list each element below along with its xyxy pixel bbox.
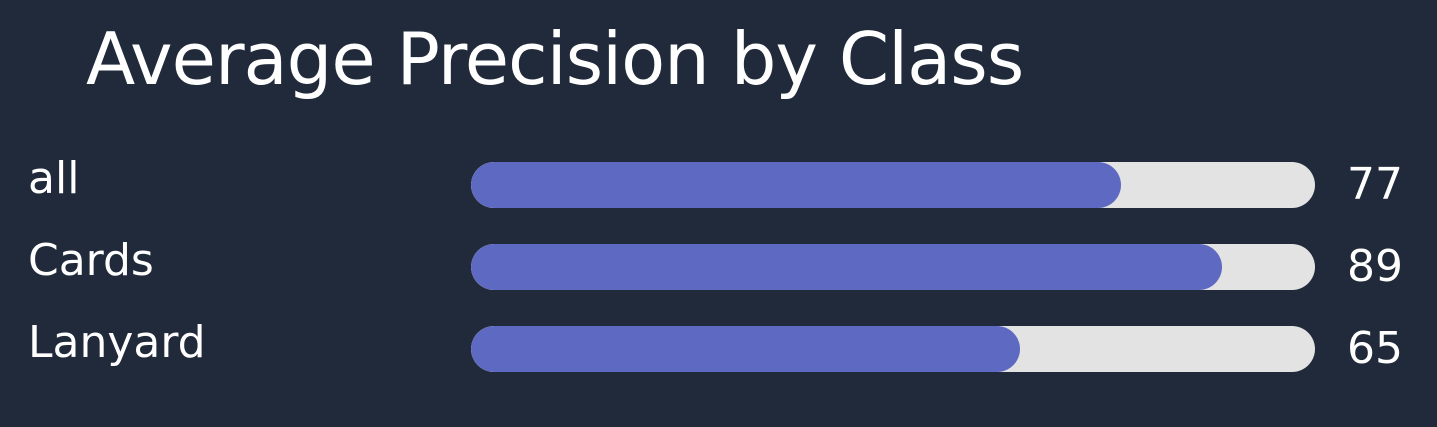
value-label: 65 — [1347, 323, 1403, 374]
category-label: Lanyard — [28, 317, 206, 368]
bar-row: Cards 89 — [0, 236, 1437, 304]
bar-fill — [471, 162, 1121, 208]
value-label: 89 — [1347, 241, 1403, 292]
bar-row: Lanyard 65 — [0, 318, 1437, 386]
category-label: Cards — [28, 235, 154, 286]
bar-fill — [471, 244, 1223, 290]
bar-rows: all 77 Cards 89 Lanyard 65 — [0, 0, 1437, 427]
bar-track — [471, 162, 1315, 208]
category-label: all — [28, 153, 80, 204]
bar-row: all 77 — [0, 154, 1437, 222]
bar-track — [471, 244, 1315, 290]
value-label: 77 — [1347, 159, 1403, 210]
bar-fill — [471, 326, 1020, 372]
bar-track — [471, 326, 1315, 372]
